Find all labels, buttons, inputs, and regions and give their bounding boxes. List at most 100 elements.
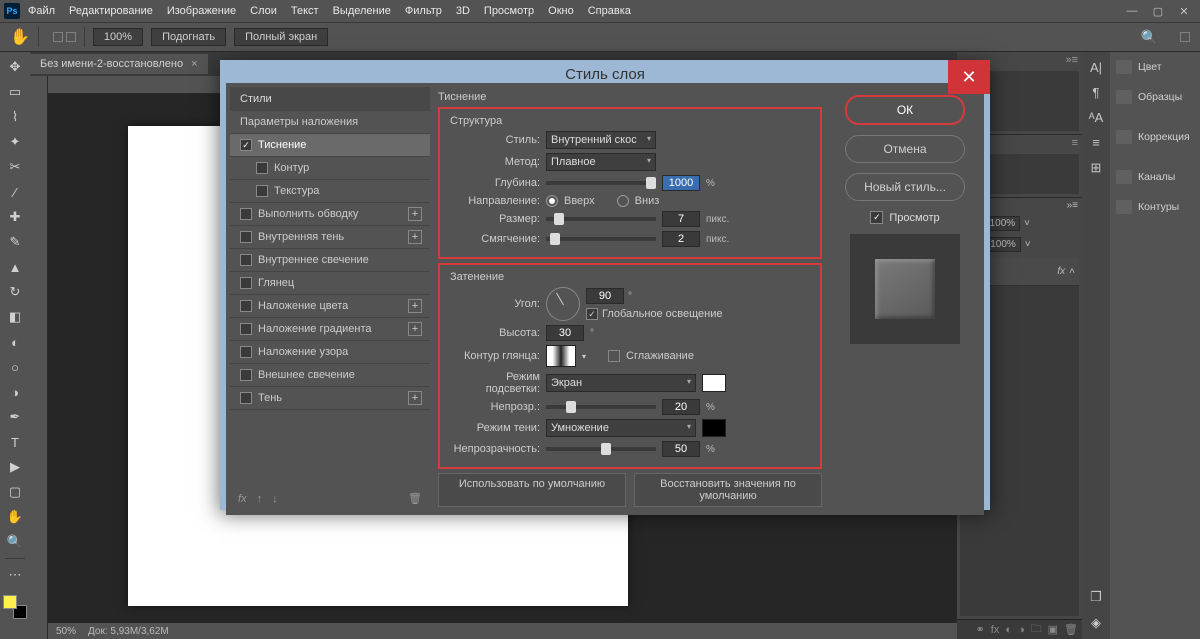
new-fill-icon[interactable]: ◑ <box>1018 624 1025 636</box>
shadow-opacity-value[interactable]: 50 <box>662 441 700 457</box>
new-style-button[interactable]: Новый стиль... <box>845 173 965 201</box>
checkbox-icon[interactable] <box>240 300 252 312</box>
styles-header[interactable]: Стили <box>230 87 430 111</box>
menu-file[interactable]: Файл <box>28 5 55 17</box>
new-group-icon[interactable]: 🗀 <box>1031 620 1042 639</box>
crop-tool-icon[interactable]: ✂ <box>3 156 27 178</box>
size-value[interactable]: 7 <box>662 211 700 227</box>
panel-paths[interactable]: Контуры <box>1110 198 1200 216</box>
menu-image[interactable]: Изображение <box>167 5 236 17</box>
char-panel-icon[interactable]: A| <box>1090 60 1102 75</box>
checkbox-icon[interactable] <box>240 208 252 220</box>
layers-panel-icon[interactable]: ◈ <box>1091 615 1101 631</box>
style-satin[interactable]: Глянец <box>230 272 430 295</box>
ok-button[interactable]: ОК <box>845 95 965 125</box>
checkbox-icon[interactable] <box>240 346 252 358</box>
zoom-level[interactable]: 100% <box>93 28 143 46</box>
add-effect-icon[interactable]: + <box>408 391 422 405</box>
lasso-tool-icon[interactable]: ⌇ <box>3 106 27 128</box>
gradient-tool-icon[interactable]: ◐ <box>3 331 27 353</box>
style-gradient-overlay[interactable]: Наложение градиента+ <box>230 318 430 341</box>
make-default-button[interactable]: Использовать по умолчанию <box>438 473 626 507</box>
highlight-mode-select[interactable]: Экран▾ <box>546 374 696 392</box>
paragraph-panel-icon[interactable]: ¶ <box>1093 85 1100 100</box>
style-pattern-overlay[interactable]: Наложение узора <box>230 341 430 364</box>
style-contour[interactable]: Контур <box>230 157 430 180</box>
dropdown-icon-2[interactable]: ˅ <box>1025 239 1031 250</box>
move-tool-icon[interactable]: ✥ <box>3 56 27 78</box>
fx-icon[interactable]: fx <box>991 624 1000 636</box>
add-effect-icon[interactable]: + <box>408 299 422 313</box>
direction-down-radio[interactable] <box>617 195 629 207</box>
preview-checkbox[interactable] <box>870 211 883 224</box>
style-drop-shadow[interactable]: Тень+ <box>230 387 430 410</box>
document-tab[interactable]: Без имени-2-восстановлено × <box>30 54 208 74</box>
healing-tool-icon[interactable]: ✚ <box>3 206 27 228</box>
mask-icon[interactable]: ◐ <box>1005 624 1012 636</box>
checkbox-icon[interactable] <box>240 323 252 335</box>
hand-tool-icon[interactable]: ✋ <box>10 27 30 47</box>
workspace-switch-icon[interactable] <box>1180 32 1190 42</box>
add-effect-icon[interactable]: + <box>408 322 422 336</box>
paragraph-styles-icon[interactable]: ⊞ <box>1091 160 1102 176</box>
add-effect-icon[interactable]: + <box>408 230 422 244</box>
panel-menu-icon-3[interactable]: ≡ <box>1072 200 1078 211</box>
panel-color[interactable]: Цвет <box>1110 58 1200 76</box>
char-styles-icon[interactable]: ≡ <box>1092 135 1100 150</box>
dodge-tool-icon[interactable]: ◑ <box>3 381 27 403</box>
checkbox-on-icon[interactable] <box>240 139 252 151</box>
style-inner-glow[interactable]: Внутреннее свечение <box>230 249 430 272</box>
new-layer-icon[interactable]: ▣ <box>1048 623 1058 636</box>
color-swatches[interactable] <box>3 595 27 619</box>
glyph-panel-icon[interactable]: ᴬA <box>1089 110 1104 125</box>
size-slider[interactable] <box>546 217 656 221</box>
shadow-opacity-slider[interactable] <box>546 447 656 451</box>
style-color-overlay[interactable]: Наложение цвета+ <box>230 295 430 318</box>
shape-tool-icon[interactable]: ▢ <box>3 481 27 503</box>
move-down-icon[interactable]: ↓ <box>272 493 278 505</box>
add-effect-icon[interactable]: + <box>408 207 422 221</box>
layer-fill-value[interactable]: 100% <box>985 237 1021 252</box>
fit-screen-button[interactable]: Подогнать <box>151 28 226 46</box>
menu-3d[interactable]: 3D <box>456 5 470 17</box>
angle-dial[interactable] <box>546 287 580 321</box>
reset-default-button[interactable]: Восстановить значения по умолчанию <box>634 473 822 507</box>
marquee-tool-icon[interactable]: ▭ <box>3 81 27 103</box>
blur-tool-icon[interactable]: ○ <box>3 356 27 378</box>
trash-icon[interactable]: 🗑 <box>1064 623 1078 636</box>
3d-panel-icon[interactable]: ❐ <box>1090 589 1102 605</box>
panel-adjustments[interactable]: Коррекция <box>1110 128 1200 146</box>
shadow-color-swatch[interactable] <box>702 419 726 437</box>
history-brush-icon[interactable]: ↻ <box>3 281 27 303</box>
status-zoom[interactable]: 50% <box>56 626 76 637</box>
brush-tool-icon[interactable]: ✎ <box>3 231 27 253</box>
close-tab-icon[interactable]: × <box>191 58 197 70</box>
checkbox-icon[interactable] <box>240 277 252 289</box>
chevron-icon[interactable]: ˄ <box>1069 266 1075 277</box>
highlight-opacity-value[interactable]: 20 <box>662 399 700 415</box>
link-layers-icon[interactable]: ⚭ <box>976 623 985 636</box>
window-minimize-icon[interactable]: ― <box>1120 3 1144 19</box>
depth-value[interactable]: 1000 <box>662 175 700 191</box>
layer-fx-badge[interactable]: fx <box>1057 266 1065 277</box>
menu-help[interactable]: Справка <box>588 5 631 17</box>
antialias-checkbox[interactable] <box>608 350 620 362</box>
menu-text[interactable]: Текст <box>291 5 319 17</box>
move-up-icon[interactable]: ↑ <box>257 493 263 505</box>
type-tool-icon[interactable]: T <box>3 431 27 453</box>
dialog-close-button[interactable]: ✕ <box>948 60 990 94</box>
panel-swatches[interactable]: Образцы <box>1110 88 1200 106</box>
menu-layer[interactable]: Слои <box>250 5 277 17</box>
style-stroke[interactable]: Выполнить обводку+ <box>230 203 430 226</box>
fx-menu-icon[interactable]: fx <box>238 493 247 505</box>
full-screen-button[interactable]: Полный экран <box>234 28 328 46</box>
highlight-color-swatch[interactable] <box>702 374 726 392</box>
style-texture[interactable]: Текстура <box>230 180 430 203</box>
shadow-mode-select[interactable]: Умножение▾ <box>546 419 696 437</box>
edit-toolbar-icon[interactable]: ⋯ <box>3 564 27 586</box>
angle-value[interactable]: 90 <box>586 288 624 304</box>
style-outer-glow[interactable]: Внешнее свечение <box>230 364 430 387</box>
soften-value[interactable]: 2 <box>662 231 700 247</box>
blending-options[interactable]: Параметры наложения <box>230 111 430 134</box>
dialog-titlebar[interactable]: Стиль слоя ✕ <box>226 66 984 83</box>
